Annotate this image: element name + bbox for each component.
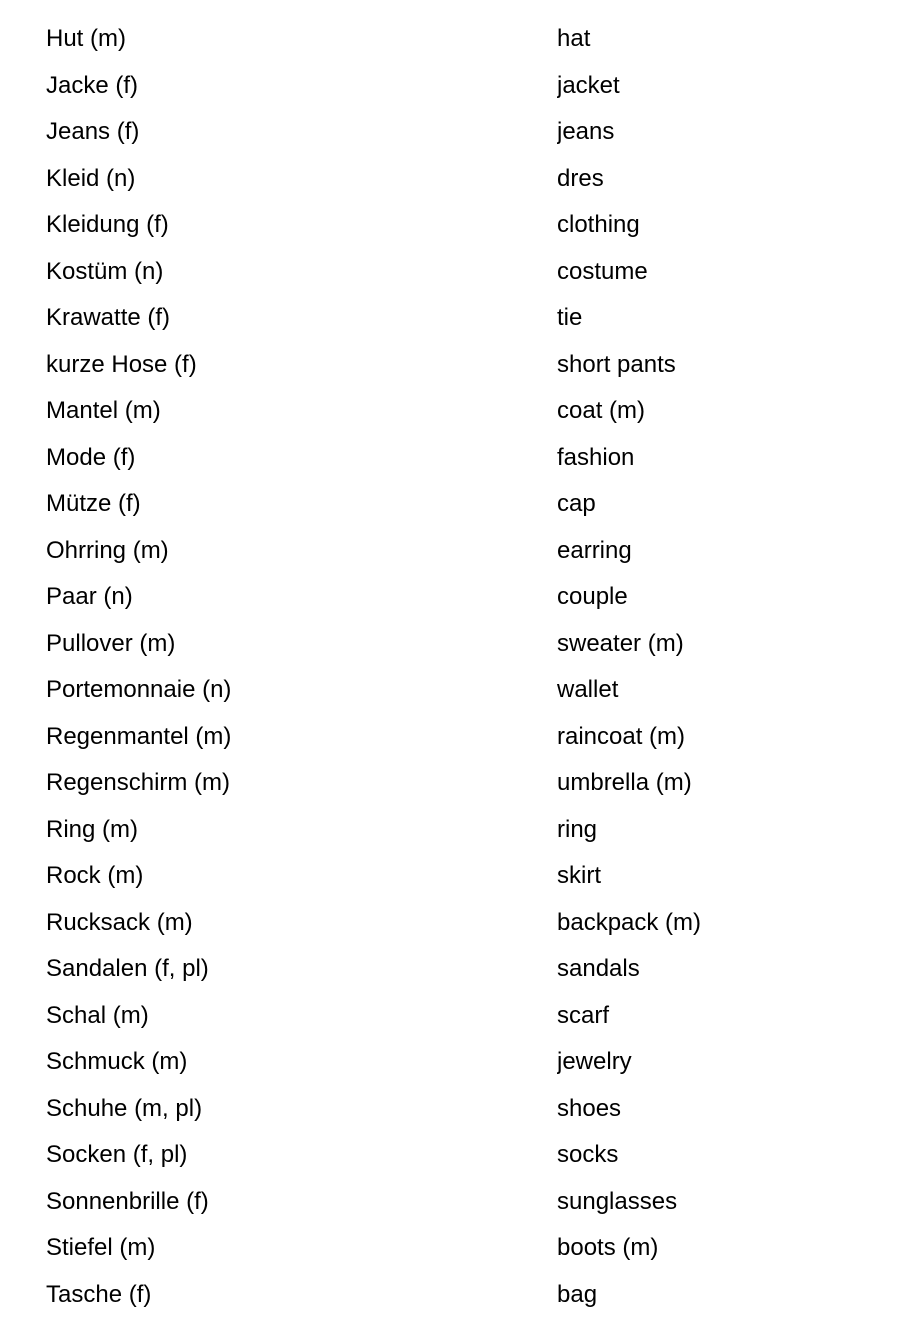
english-translation: dres: [557, 164, 604, 192]
german-term: Regenmantel (m): [46, 722, 232, 750]
german-term: Socken (f, pl): [46, 1141, 188, 1168]
vocabulary-row: Hut (m) hat: [0, 16, 912, 63]
vocabulary-row: Pullover (m) sweater (m): [0, 621, 912, 668]
vocabulary-row: Rucksack (m) backpack (m): [0, 900, 912, 947]
english-translation: umbrella (m): [557, 769, 692, 796]
german-term: Ohrring (m): [46, 536, 169, 564]
german-term: Regenschirm (m): [46, 769, 231, 796]
english-translation: cap: [557, 490, 596, 517]
german-term: Pullover (m): [46, 629, 176, 657]
german-term: Paar (n): [46, 583, 133, 610]
english-translation: clothing: [557, 211, 640, 238]
english-translation: ring: [557, 815, 598, 843]
english-translation: fashion: [557, 443, 635, 471]
english-translation: short pants: [557, 350, 676, 378]
english-translation: socks: [557, 1141, 619, 1168]
english-translation: hat: [557, 25, 591, 52]
vocabulary-row: Kleid (n) dres: [0, 156, 912, 203]
german-term: Mantel (m): [46, 397, 161, 424]
vocabulary-row: Portemonnaie (n) wallet: [0, 667, 912, 714]
german-term: Kleid (n): [46, 164, 136, 192]
german-term: Ring (m): [46, 815, 139, 843]
vocabulary-table-body: Hut (m) hat Jacke (f) jacket Jeans (f) jeans K…: [0, 16, 912, 1318]
german-term: Krawatte (f): [46, 304, 171, 331]
german-term: Kleidung (f): [46, 211, 169, 238]
german-term: Tasche (f): [46, 1280, 152, 1308]
vocabulary-sheet: Hut (m) hat Jacke (f) jacket Jeans (f) jeans K…: [0, 0, 912, 1338]
german-term: Hut (m): [46, 25, 126, 52]
german-term: Schmuck (m): [46, 1048, 188, 1075]
vocabulary-row: Mütze (f) cap: [0, 481, 912, 528]
english-translation: scarf: [557, 1001, 610, 1029]
english-translation: bag: [557, 1280, 598, 1308]
english-translation: jacket: [557, 71, 620, 99]
vocabulary-row: Krawatte (f) tie: [0, 295, 912, 342]
german-term: Rock (m): [46, 862, 144, 889]
vocabulary-row: Socken (f, pl) socks: [0, 1132, 912, 1179]
german-term: Jacke (f): [46, 71, 139, 99]
german-term: Portemonnaie (n): [46, 676, 232, 703]
english-translation: sweater (m): [557, 629, 684, 657]
english-translation: shoes: [557, 1094, 622, 1122]
german-term: kurze Hose (f): [46, 350, 197, 378]
vocabulary-row: Schal (m) scarf: [0, 993, 912, 1040]
german-term: Schuhe (m, pl): [46, 1094, 203, 1122]
vocabulary-row: Ohrring (m) earring: [0, 528, 912, 575]
german-term: Sandalen (f, pl): [46, 955, 209, 982]
vocabulary-row: Sonnenbrille (f) sunglasses: [0, 1179, 912, 1226]
vocabulary-row: Mantel (m) coat (m): [0, 388, 912, 435]
english-translation: backpack (m): [557, 908, 702, 936]
english-translation: coat (m): [557, 397, 646, 424]
english-translation: earring: [557, 536, 632, 564]
german-term: Schal (m): [46, 1001, 149, 1029]
english-translation: costume: [557, 257, 648, 285]
english-translation: tie: [557, 304, 583, 331]
english-translation: couple: [557, 583, 628, 610]
german-term: Rucksack (m): [46, 908, 193, 936]
german-term: Jeans (f): [46, 118, 140, 145]
vocabulary-row: Jeans (f) jeans: [0, 109, 912, 156]
english-translation: jewelry: [557, 1048, 632, 1075]
vocabulary-row: kurze Hose (f) short pants: [0, 342, 912, 389]
english-translation: jeans: [557, 118, 615, 145]
vocabulary-row: Schuhe (m, pl) shoes: [0, 1086, 912, 1133]
german-term: Sonnenbrille (f): [46, 1187, 209, 1215]
vocabulary-row: Kleidung (f) clothing: [0, 202, 912, 249]
vocabulary-row: Mode (f) fashion: [0, 435, 912, 482]
vocabulary-table: Hut (m) hat Jacke (f) jacket Jeans (f) jeans K…: [0, 16, 912, 1318]
german-term: Mode (f): [46, 443, 136, 471]
english-translation: boots (m): [557, 1234, 659, 1261]
german-term: Mütze (f): [46, 490, 141, 517]
english-translation: raincoat (m): [557, 722, 686, 750]
vocabulary-row: Regenschirm (m) umbrella (m): [0, 760, 912, 807]
english-translation: sunglasses: [557, 1187, 678, 1215]
vocabulary-row: Kostüm (n) costume: [0, 249, 912, 296]
english-translation: sandals: [557, 955, 640, 982]
vocabulary-row: Schmuck (m) jewelry: [0, 1039, 912, 1086]
english-translation: skirt: [557, 862, 601, 889]
vocabulary-row: Stiefel (m) boots (m): [0, 1225, 912, 1272]
vocabulary-row: Jacke (f) jacket: [0, 63, 912, 110]
vocabulary-row: Tasche (f) bag: [0, 1272, 912, 1319]
vocabulary-row: Sandalen (f, pl) sandals: [0, 946, 912, 993]
german-term: Stiefel (m): [46, 1234, 156, 1261]
english-translation: wallet: [557, 676, 619, 703]
german-term: Kostüm (n): [46, 257, 164, 285]
vocabulary-row: Rock (m) skirt: [0, 853, 912, 900]
vocabulary-row: Ring (m) ring: [0, 807, 912, 854]
vocabulary-row: Paar (n) couple: [0, 574, 912, 621]
vocabulary-row: Regenmantel (m) raincoat (m): [0, 714, 912, 761]
